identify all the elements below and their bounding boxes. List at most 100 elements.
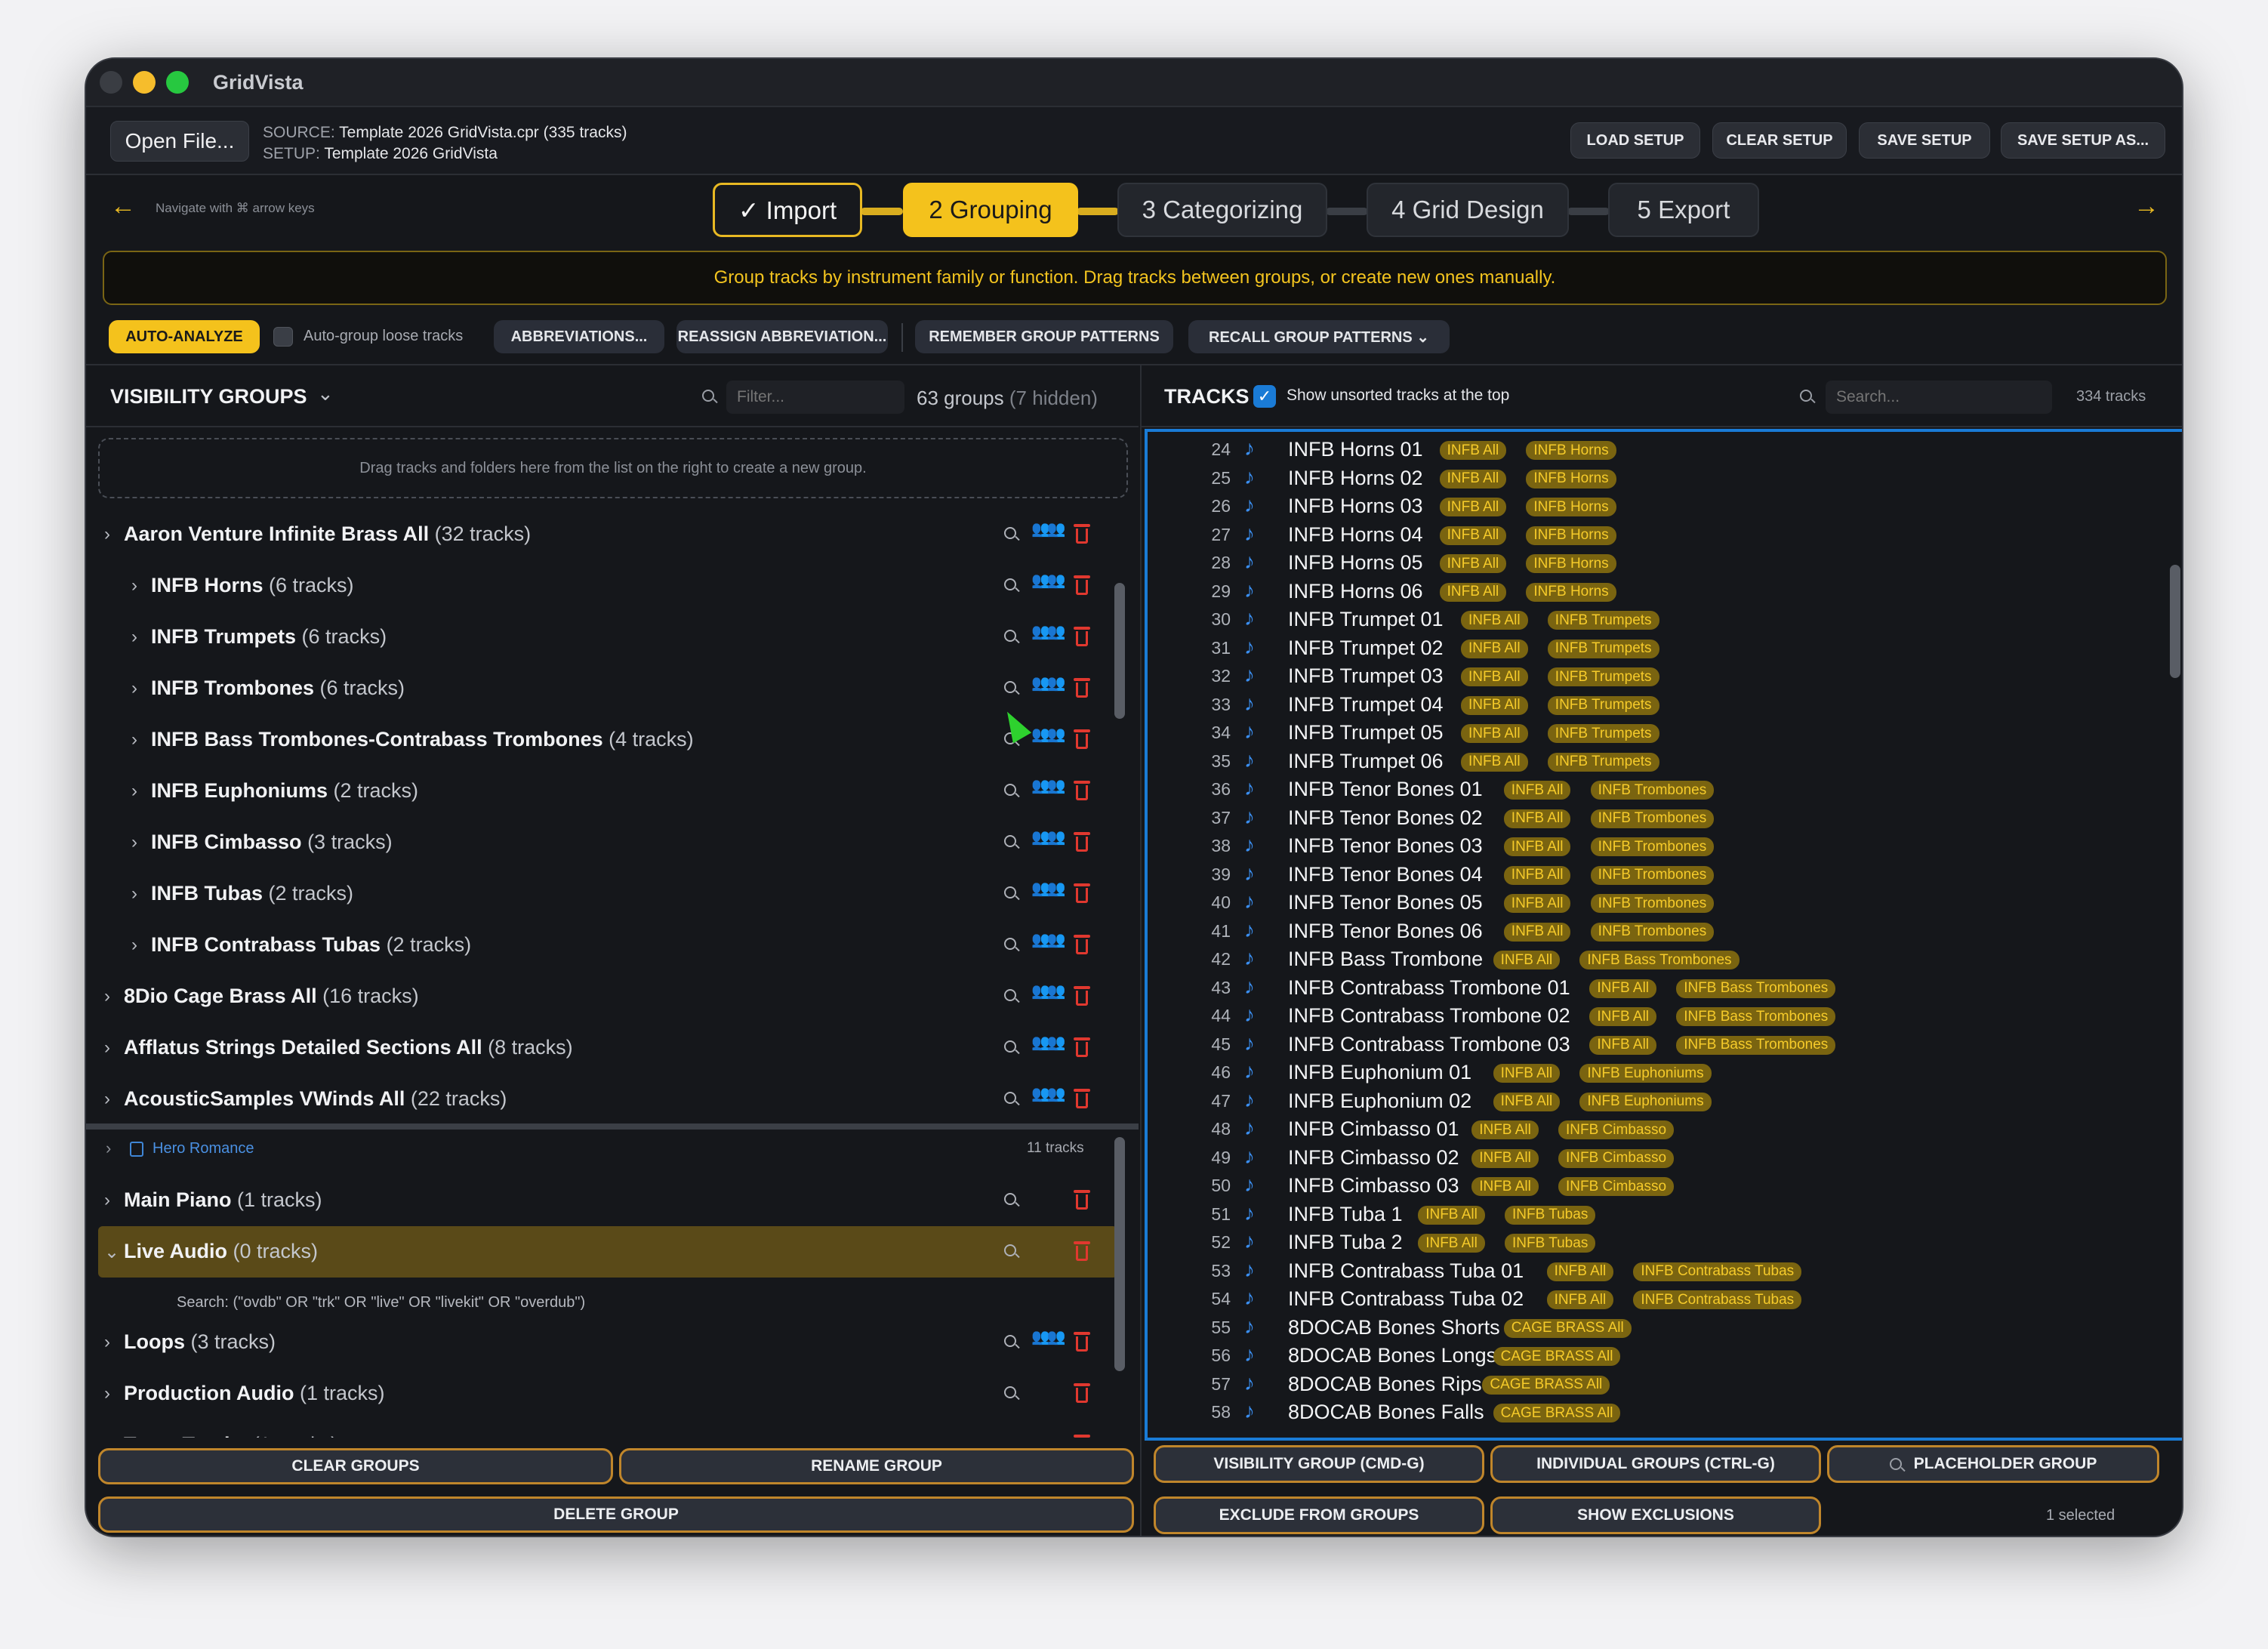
- track-row[interactable]: 44 ♪ INFB Contrabass Trombone 02 INFB All IN…: [1148, 1001, 2159, 1030]
- group-row[interactable]: › INFB Trombones (6 tracks) 👥👥: [86, 663, 1128, 714]
- group-tag[interactable]: INFB Trumpets: [1547, 667, 1659, 686]
- group-tag[interactable]: INFB Trombones: [1590, 922, 1715, 942]
- group-tag[interactable]: INFB All: [1439, 582, 1507, 602]
- group-tag[interactable]: INFB All: [1471, 1148, 1539, 1168]
- delete-group-button[interactable]: DELETE GROUP: [98, 1496, 1134, 1533]
- group-tag[interactable]: INFB Cimbasso: [1558, 1148, 1675, 1168]
- step-categorizing[interactable]: 3 Categorizing: [1117, 183, 1327, 237]
- group-tag[interactable]: INFB Tubas: [1505, 1205, 1596, 1225]
- individual-groups-icon[interactable]: 👥👥: [1031, 673, 1066, 692]
- chevron-right-icon[interactable]: ›: [104, 1383, 110, 1404]
- trash-icon[interactable]: [1074, 678, 1090, 698]
- track-row[interactable]: 26 ♪ INFB Horns 03 INFB All INFB Horns: [1148, 492, 2159, 520]
- trash-icon[interactable]: [1074, 1190, 1090, 1210]
- group-tag[interactable]: INFB All: [1439, 498, 1507, 516]
- track-row[interactable]: 48 ♪ INFB Cimbasso 01 INFB All INFB Cimbasso: [1148, 1114, 2159, 1143]
- panel-splitter[interactable]: [86, 1123, 1139, 1130]
- track-row[interactable]: 38 ♪ INFB Tenor Bones 03 INFB All INFB Tromb…: [1148, 831, 2159, 860]
- group-tag[interactable]: INFB Trombones: [1590, 781, 1715, 800]
- group-tag[interactable]: INFB Cimbasso: [1558, 1120, 1675, 1139]
- group-tag[interactable]: INFB Contrabass Tubas: [1633, 1290, 1802, 1309]
- group-row[interactable]: › INFB Trumpets (6 tracks) 👥👥: [86, 612, 1128, 663]
- group-tag[interactable]: INFB All: [1503, 837, 1571, 856]
- track-row[interactable]: 32 ♪ INFB Trumpet 03 INFB All INFB Trumpets: [1148, 661, 2159, 690]
- search-icon[interactable]: [1004, 1244, 1016, 1256]
- trash-icon[interactable]: [1074, 781, 1090, 800]
- trash-icon[interactable]: [1074, 1037, 1090, 1057]
- track-row[interactable]: 51 ♪ INFB Tuba 1 INFB All INFB Tubas: [1148, 1200, 2159, 1228]
- group-tag[interactable]: INFB Trombones: [1590, 894, 1715, 913]
- chevron-right-icon[interactable]: ›: [104, 986, 110, 1007]
- individual-groups-icon[interactable]: 👥👥: [1031, 1033, 1066, 1052]
- track-row[interactable]: 49 ♪ INFB Cimbasso 02 INFB All INFB Cimbasso: [1148, 1143, 2159, 1172]
- reassign-abbreviation-button[interactable]: REASSIGN ABBREVIATION...: [676, 320, 888, 353]
- group-tag[interactable]: INFB All: [1471, 1177, 1539, 1196]
- clear-setup-button[interactable]: CLEAR SETUP: [1712, 122, 1847, 159]
- group-row[interactable]: › AcousticSamples VWinds All (22 tracks) 👥…: [86, 1074, 1128, 1116]
- abbreviations-button[interactable]: ABBREVIATIONS...: [494, 320, 664, 353]
- group-tag[interactable]: INFB All: [1461, 724, 1528, 743]
- group-tag[interactable]: INFB Bass Trombones: [1676, 979, 1836, 998]
- group-tag[interactable]: INFB All: [1493, 951, 1561, 969]
- open-file-button[interactable]: Open File...: [110, 121, 249, 162]
- trash-icon[interactable]: [1074, 986, 1090, 1006]
- search-icon[interactable]: [1004, 835, 1016, 847]
- track-row[interactable]: 40 ♪ INFB Tenor Bones 05 INFB All INFB Tromb…: [1148, 888, 2159, 917]
- trash-icon[interactable]: [1074, 1435, 1090, 1438]
- group-row[interactable]: › Loops (3 tracks) 👥👥: [86, 1317, 1128, 1368]
- search-icon[interactable]: [1004, 1193, 1016, 1205]
- group-tag[interactable]: INFB Horns: [1526, 469, 1616, 489]
- group-tag[interactable]: INFB All: [1461, 667, 1528, 686]
- close-window-button[interactable]: [100, 71, 122, 94]
- group-tag[interactable]: INFB Bass Trombones: [1676, 1035, 1836, 1055]
- clear-groups-button[interactable]: CLEAR GROUPS: [98, 1448, 613, 1484]
- group-tag[interactable]: INFB All: [1503, 809, 1571, 828]
- groups-filter-input[interactable]: [726, 381, 904, 414]
- track-row[interactable]: 34 ♪ INFB Trumpet 05 INFB All INFB Trumpets: [1148, 718, 2159, 747]
- group-tag[interactable]: INFB Trombones: [1590, 837, 1715, 856]
- group-tag[interactable]: INFB Euphoniums: [1579, 1064, 1712, 1083]
- trash-icon[interactable]: [1074, 1241, 1090, 1261]
- tracks-search-input[interactable]: [1826, 381, 2052, 414]
- track-row[interactable]: 50 ♪ INFB Cimbasso 03 INFB All INFB Cimbasso: [1148, 1171, 2159, 1200]
- track-row[interactable]: 47 ♪ INFB Euphonium 02 INFB All INFB Euphoni…: [1148, 1086, 2159, 1115]
- individual-groups-icon[interactable]: 👥👥: [1031, 622, 1066, 641]
- track-row[interactable]: 25 ♪ INFB Horns 02 INFB All INFB Horns: [1148, 464, 2159, 492]
- trash-icon[interactable]: [1074, 1332, 1090, 1352]
- track-row[interactable]: 58 ♪ 8DOCAB Bones Falls CAGE BRASS All: [1148, 1398, 2159, 1426]
- group-tag[interactable]: INFB All: [1461, 611, 1528, 630]
- chevron-right-icon[interactable]: ›: [106, 1139, 111, 1158]
- chevron-right-icon[interactable]: ›: [131, 935, 137, 956]
- trash-icon[interactable]: [1074, 883, 1090, 903]
- chevron-right-icon[interactable]: ›: [104, 1089, 110, 1110]
- tracks-list[interactable]: 24 ♪ INFB Horns 01 INFB All INFB Horns 25 ♪ INF…: [1145, 429, 2182, 1441]
- group-tag[interactable]: INFB All: [1471, 1120, 1539, 1139]
- chevron-down-icon[interactable]: ⌄: [104, 1241, 119, 1263]
- group-tag[interactable]: INFB Horns: [1526, 554, 1616, 573]
- track-row[interactable]: 43 ♪ INFB Contrabass Trombone 01 INFB All IN…: [1148, 973, 2159, 1002]
- search-icon[interactable]: [1004, 1386, 1016, 1398]
- auto-analyze-button[interactable]: AUTO-ANALYZE: [109, 320, 260, 353]
- search-icon[interactable]: [1004, 886, 1016, 898]
- remember-group-patterns-button[interactable]: REMEMBER GROUP PATTERNS: [915, 320, 1173, 353]
- group-tag[interactable]: CAGE BRASS All: [1493, 1347, 1621, 1366]
- load-setup-button[interactable]: LOAD SETUP: [1570, 122, 1700, 159]
- group-tag[interactable]: INFB Cimbasso: [1558, 1177, 1675, 1196]
- track-row[interactable]: 29 ♪ INFB Horns 06 INFB All INFB Horns: [1148, 577, 2159, 606]
- chevron-right-icon[interactable]: ›: [131, 575, 137, 596]
- placeholder-group-button[interactable]: PLACEHOLDER GROUP: [1827, 1445, 2159, 1483]
- track-row[interactable]: 46 ♪ INFB Euphonium 01 INFB All INFB Euphoni…: [1148, 1058, 2159, 1086]
- group-tag[interactable]: INFB All: [1418, 1234, 1485, 1253]
- track-row[interactable]: 37 ♪ INFB Tenor Bones 02 INFB All INFB Tromb…: [1148, 803, 2159, 832]
- chevron-right-icon[interactable]: ›: [131, 781, 137, 802]
- individual-groups-icon[interactable]: 👥👥: [1031, 776, 1066, 795]
- search-icon[interactable]: [1004, 989, 1016, 1001]
- track-row[interactable]: 27 ♪ INFB Horns 04 INFB All INFB Horns: [1148, 520, 2159, 549]
- new-group-dropzone[interactable]: Drag tracks and folders here from the li…: [98, 438, 1128, 498]
- chevron-right-icon[interactable]: ›: [131, 832, 137, 853]
- group-tag[interactable]: INFB Trumpets: [1547, 639, 1659, 658]
- individual-groups-icon[interactable]: 👥👥: [1031, 930, 1066, 949]
- group-tag[interactable]: INFB All: [1503, 781, 1571, 800]
- group-tag[interactable]: INFB All: [1461, 639, 1528, 658]
- chevron-right-icon[interactable]: ›: [131, 883, 137, 905]
